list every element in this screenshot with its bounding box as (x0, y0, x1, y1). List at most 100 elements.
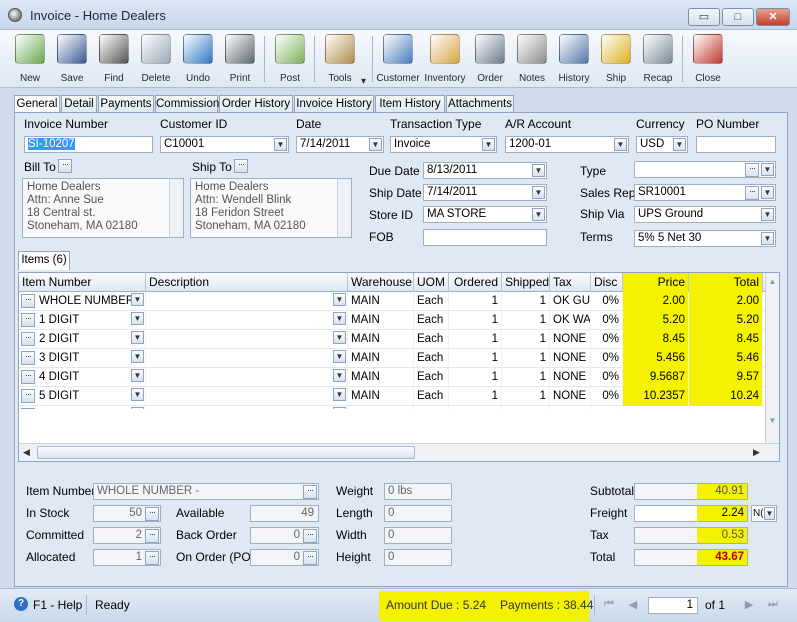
chevron-down-icon[interactable]: ▼ (274, 138, 287, 151)
table-row[interactable]: ··· WHOLE NUMBER ▼ ▼ MAIN Each 1 1 OK GU\ 0% 2.00 2… (19, 292, 767, 311)
sales-rep-lookup-button[interactable]: ··· (745, 186, 759, 200)
next-page-icon[interactable]: ▶ (740, 598, 758, 614)
committed-lookup-button[interactable]: ··· (145, 529, 159, 543)
table-cell[interactable]: ··· 3 DIGIT ▼ (19, 349, 146, 368)
column-header[interactable]: Tax (550, 273, 591, 292)
table-cell[interactable]: Each (414, 349, 449, 368)
row-lookup-button[interactable]: ··· (21, 351, 35, 365)
table-cell[interactable]: ··· 5 DIGIT ▼ (19, 387, 146, 406)
chevron-down-icon[interactable]: ▼ (532, 208, 545, 221)
column-header[interactable]: Description (146, 273, 348, 292)
freight-mode-select[interactable]: N(▼ (751, 505, 777, 522)
table-cell[interactable]: 0% (591, 330, 623, 349)
maximize-button[interactable]: □ (722, 8, 754, 26)
chevron-down-icon[interactable]: ▼ (761, 186, 774, 199)
table-cell[interactable]: 0% (591, 311, 623, 330)
table-cell[interactable]: MAIN (348, 368, 414, 387)
table-cell[interactable]: ▼ (146, 368, 348, 387)
ship-to-address[interactable]: Home Dealers Attn: Wendell Blink 18 Feri… (190, 178, 352, 238)
tab-invoice-history[interactable]: Invoice History (294, 95, 374, 113)
chevron-down-icon[interactable]: ▼ (333, 331, 346, 344)
tab-commission[interactable]: Commission (155, 95, 219, 113)
column-header[interactable]: Warehouse (348, 273, 414, 292)
invoice-number-field[interactable]: SI-10207 (24, 136, 153, 153)
row-lookup-button[interactable]: ··· (21, 370, 35, 384)
recap-button[interactable]: Recap (636, 32, 680, 86)
notes-button[interactable]: Notes (510, 32, 554, 86)
table-cell[interactable]: 5.456 (623, 349, 689, 368)
table-cell[interactable]: 0% (591, 368, 623, 387)
customer-id-field[interactable]: C10001 ▼ (160, 136, 289, 153)
column-header[interactable]: Total (689, 273, 763, 292)
table-cell[interactable]: 1 (502, 349, 550, 368)
inventory-button[interactable]: Inventory (423, 32, 467, 86)
table-cell[interactable]: 0% (591, 349, 623, 368)
chevron-down-icon[interactable]: ▼ (333, 388, 346, 401)
table-cell[interactable]: 1 (449, 292, 502, 311)
table-cell[interactable]: 2.00 (689, 292, 763, 311)
chevron-down-icon[interactable]: ▼ (482, 138, 495, 151)
previous-page-icon[interactable]: ◀ (624, 598, 642, 614)
row-lookup-button[interactable]: ··· (21, 294, 35, 308)
type-select[interactable]: ··· ▼ (634, 161, 776, 178)
terms-select[interactable]: 5% 5 Net 30 ▼ (634, 230, 776, 247)
table-cell[interactable]: 1 (449, 330, 502, 349)
table-cell[interactable]: ··· 4 DIGIT ▼ (19, 368, 146, 387)
grid-vertical-scrollbar[interactable]: ▲ ▼ (765, 273, 779, 443)
row-lookup-button[interactable]: ··· (21, 332, 35, 346)
table-cell[interactable]: 1 (449, 368, 502, 387)
row-lookup-button[interactable]: ··· (21, 389, 35, 403)
table-cell[interactable]: 5.46 (689, 349, 763, 368)
scroll-right-icon[interactable]: ▶ (753, 447, 760, 458)
table-cell[interactable]: Each (414, 311, 449, 330)
table-cell[interactable]: ··· WHOLE NUMBER ▼ (19, 292, 146, 311)
table-row[interactable]: ··· 3 DIGIT ▼ ▼ MAIN Each 1 1 NONE 0% 5.456 5.46 (19, 349, 767, 368)
first-page-icon[interactable]: ⏮ (600, 598, 618, 614)
chevron-down-icon[interactable]: ▼ (333, 369, 346, 382)
transaction-type-select[interactable]: Invoice ▼ (390, 136, 497, 153)
freight-field[interactable]: 2.24 (634, 505, 748, 522)
ship-date-field[interactable]: 7/14/2011 ▼ (423, 184, 547, 201)
bill-to-lookup-button[interactable]: ··· (58, 159, 72, 173)
chevron-down-icon[interactable]: ▼ (761, 208, 774, 221)
table-cell[interactable]: 9.5687 (623, 368, 689, 387)
currency-select[interactable]: USD ▼ (636, 136, 688, 153)
table-cell[interactable]: 1 (502, 368, 550, 387)
column-header[interactable]: UOM (414, 273, 449, 292)
date-field[interactable]: 7/14/2011 ▼ (296, 136, 384, 153)
table-cell[interactable]: Each (414, 330, 449, 349)
close-button[interactable]: Close (686, 32, 730, 86)
chevron-down-icon[interactable]: ▼ (333, 293, 346, 306)
ar-account-select[interactable]: 1200-01 ▼ (505, 136, 629, 153)
scroll-thumb[interactable] (37, 446, 415, 459)
chevron-down-icon[interactable]: ▼ (764, 507, 775, 520)
fob-field[interactable] (423, 229, 547, 246)
due-date-field[interactable]: 8/13/2011 ▼ (423, 162, 547, 179)
table-cell[interactable]: 1 (449, 311, 502, 330)
table-cell[interactable]: ··· 1 DIGIT ▼ (19, 311, 146, 330)
table-cell[interactable]: Each (414, 292, 449, 311)
table-cell[interactable]: 0% (591, 292, 623, 311)
find-button[interactable]: Find (92, 32, 136, 86)
address-scrollbar[interactable] (169, 179, 183, 237)
table-cell[interactable]: OK GU\ (550, 292, 591, 311)
table-cell[interactable]: 5.20 (689, 311, 763, 330)
table-cell[interactable]: MAIN (348, 349, 414, 368)
row-lookup-button[interactable]: ··· (21, 313, 35, 327)
table-cell[interactable]: ··· 2 DIGIT ▼ (19, 330, 146, 349)
chevron-down-icon[interactable]: ▼ (333, 350, 346, 363)
history-button[interactable]: History (552, 32, 596, 86)
save-button[interactable]: Save (50, 32, 94, 86)
tab-items[interactable]: Items (6) (18, 251, 70, 270)
table-cell[interactable]: ▼ (146, 349, 348, 368)
post-button[interactable]: Post (268, 32, 312, 86)
item-lookup-button[interactable]: ··· (303, 485, 317, 499)
tab-item-history[interactable]: Item History (375, 95, 445, 113)
chevron-down-icon[interactable]: ▼ (673, 138, 686, 151)
table-cell[interactable]: 5.20 (623, 311, 689, 330)
table-cell[interactable]: 1 (502, 292, 550, 311)
table-cell[interactable]: 2.00 (623, 292, 689, 311)
table-cell[interactable]: Each (414, 387, 449, 406)
on-order-lookup-button[interactable]: ··· (303, 551, 317, 565)
chevron-down-icon[interactable]: ▼ (761, 163, 774, 176)
